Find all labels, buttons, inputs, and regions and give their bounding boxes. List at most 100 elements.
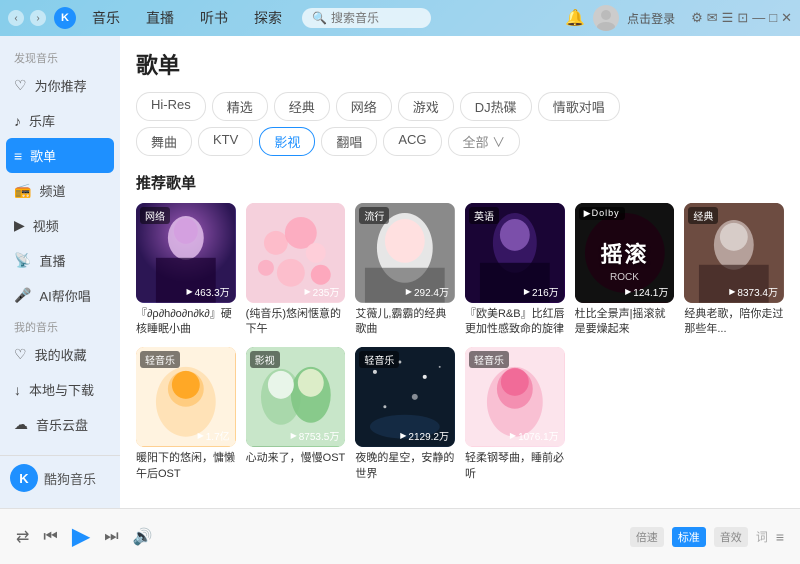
login-button[interactable]: 点击登录 [627,10,675,27]
speed-option-1[interactable]: 标准 [672,527,706,547]
filter-row-1: Hi-Res 精选 经典 网络 游戏 DJ热碟 情歌对唱 [136,92,784,121]
sidebar-label-cloud: 音乐云盘 [36,415,88,434]
playlist-card-4[interactable]: ▶Dolby 摇滚 ROCK 124.1万 杜比全景声|摇滚就是要燥起来 [575,203,675,337]
thumb-4: ▶Dolby 摇滚 ROCK 124.1万 [575,203,675,303]
window-controls: ⚙ ✉ ☰ ⊡ — □ ✕ [691,10,792,26]
cloud-icon: ☁ [14,416,28,433]
minimize-button[interactable]: — [752,10,765,26]
avatar [593,5,619,31]
screen-icon[interactable]: ⊡ [737,10,748,26]
thumb-9: 轻音乐 1076.1万 [465,347,565,447]
sidebar-item-favorites[interactable]: ♡ 我的收藏 [0,337,120,372]
sidebar-item-ai-sing[interactable]: 🎤 AI帮你唱 [0,278,120,313]
filter-cover[interactable]: 翻唱 [321,127,377,156]
filter-classic[interactable]: 经典 [274,92,330,121]
filter-duet[interactable]: 情歌对唱 [538,92,620,121]
app-logo: K [54,7,76,29]
close-button[interactable]: ✕ [781,10,792,26]
playlist-card-1[interactable]: 235万 (纯音乐)悠闲惬意的下午 [246,203,346,337]
filter-more[interactable]: 全部 ∨ [448,127,521,156]
playlist-card-0[interactable]: 网络 463.3万 『∂ρ∂h∂o∂n∂k∂』硬核睡眠小曲 [136,203,236,337]
playlist-section: 推荐歌单 网络 463.3万 『∂ [120,162,800,492]
volume-button[interactable]: 🔊 [133,527,153,547]
card-tag-3: 英语 [469,207,499,224]
sidebar: 发现音乐 ♡ 为你推荐 ♪ 乐库 ≡ 歌单 📻 频道 ▶ 视频 📡 直播 🎤 A… [0,36,120,508]
playlist-name-1: (纯音乐)悠闲惬意的下午 [246,307,346,338]
thumb-8: 轻音乐 2129.2万 [355,347,455,447]
sidebar-item-video[interactable]: ▶ 视频 [0,208,120,243]
bell-icon[interactable]: 🔔 [565,8,585,28]
search-icon: 🔍 [312,11,327,25]
favorites-icon: ♡ [14,346,27,363]
player-right: 倍速 标准 音效 词 ≡ [630,527,784,547]
library-icon: ♪ [14,113,21,129]
sidebar-item-cloud[interactable]: ☁ 音乐云盘 [0,407,120,442]
filter-hires[interactable]: Hi-Res [136,92,206,121]
playlist-button[interactable]: ≡ [776,529,784,545]
sidebar-label-favorites: 我的收藏 [35,345,87,364]
filter-selected[interactable]: 精选 [212,92,268,121]
filter-dance[interactable]: 舞曲 [136,127,192,156]
tab-audiobook[interactable]: 听书 [188,4,240,32]
video-icon: ▶ [14,217,25,234]
thumb-7: 影视 8753.5万 [246,347,346,447]
playlist-card-7[interactable]: 影视 8753.5万 心动来了，慢慢OST [246,347,346,481]
speed-option-0[interactable]: 倍速 [630,527,664,547]
section-title: 推荐歌单 [136,172,784,193]
nav-controls: ‹ › [8,10,46,26]
playlist-card-3[interactable]: 英语 216万 『欧美R&B』比红唇更加性感致命的旋律 [465,203,565,337]
next-button[interactable]: ⏭ [104,528,118,546]
shuffle-button[interactable]: ⇄ [16,527,29,547]
playlist-card-5[interactable]: 经典 8373.4万 经典老歌，陪你走过那些年... [684,203,784,337]
playlist-card-8[interactable]: 轻音乐 2129.2万 夜晚的星空，安静的世界 [355,347,455,481]
sidebar-item-live[interactable]: 📡 直播 [0,243,120,278]
prev-button[interactable]: ⏮ [43,528,57,546]
filter-game[interactable]: 游戏 [398,92,454,121]
play-count-8: 2129.2万 [400,428,449,443]
playlist-card-9[interactable]: 轻音乐 1076.1万 轻柔钢琴曲，睡前必听 [465,347,565,481]
lyrics-button[interactable]: 词 [756,528,768,545]
play-count-1: 235万 [304,284,339,299]
play-count-7: 8753.5万 [291,428,340,443]
discover-section-title: 发现音乐 [0,44,120,68]
card-tag-7: 影视 [250,351,280,368]
mail-icon[interactable]: ✉ [707,10,718,26]
kugou-logo: K [10,464,38,492]
content-area: 歌单 Hi-Res 精选 经典 网络 游戏 DJ热碟 情歌对唱 舞曲 KTV 影… [120,36,800,508]
settings-icon[interactable]: ⚙ [691,10,703,26]
speed-option-2[interactable]: 音效 [714,527,748,547]
filter-network[interactable]: 网络 [336,92,392,121]
playlist-name-7: 心动来了，慢慢OST [246,451,346,466]
menu-icon[interactable]: ☰ [722,10,734,26]
maximize-button[interactable]: □ [769,10,777,26]
search-input[interactable] [331,11,421,25]
back-button[interactable]: ‹ [8,10,24,26]
sidebar-item-channel[interactable]: 📻 频道 [0,173,120,208]
filter-movie[interactable]: 影视 [259,127,315,156]
card-tag-6: 轻音乐 [140,351,180,368]
app-name: 酷狗音乐 [44,469,96,488]
sidebar-label-recommend: 为你推荐 [35,76,87,95]
tab-music[interactable]: 音乐 [80,4,132,32]
main-tabs: 音乐 直播 听书 探索 [80,4,294,32]
tab-explore[interactable]: 探索 [242,4,294,32]
sidebar-item-recommend[interactable]: ♡ 为你推荐 [0,68,120,103]
filter-dj[interactable]: DJ热碟 [460,92,532,121]
playlist-name-2: 艾薇儿,霸霸的经典歌曲 [355,307,455,338]
sidebar-item-local[interactable]: ↓ 本地与下载 [0,372,120,407]
sidebar-item-playlist[interactable]: ≡ 歌单 [6,138,114,173]
search-box[interactable]: 🔍 [302,8,431,28]
filter-ktv[interactable]: KTV [198,127,253,156]
card-tag-8: 轻音乐 [359,351,399,368]
play-button[interactable]: ▶ [72,522,90,551]
thumb-2: 流行 292.4万 [355,203,455,303]
card-tag-2: 流行 [359,207,389,224]
playlist-card-2[interactable]: 流行 292.4万 艾薇儿,霸霸的经典歌曲 [355,203,455,337]
card-tag-9: 轻音乐 [469,351,509,368]
sidebar-item-library[interactable]: ♪ 乐库 [0,103,120,138]
playlist-card-6[interactable]: 轻音乐 1.7亿 暖阳下的悠闲，慵懒午后OST [136,347,236,481]
filter-acg[interactable]: ACG [383,127,441,156]
card-tag-5: 经典 [688,207,718,224]
tab-live[interactable]: 直播 [134,4,186,32]
forward-button[interactable]: › [30,10,46,26]
